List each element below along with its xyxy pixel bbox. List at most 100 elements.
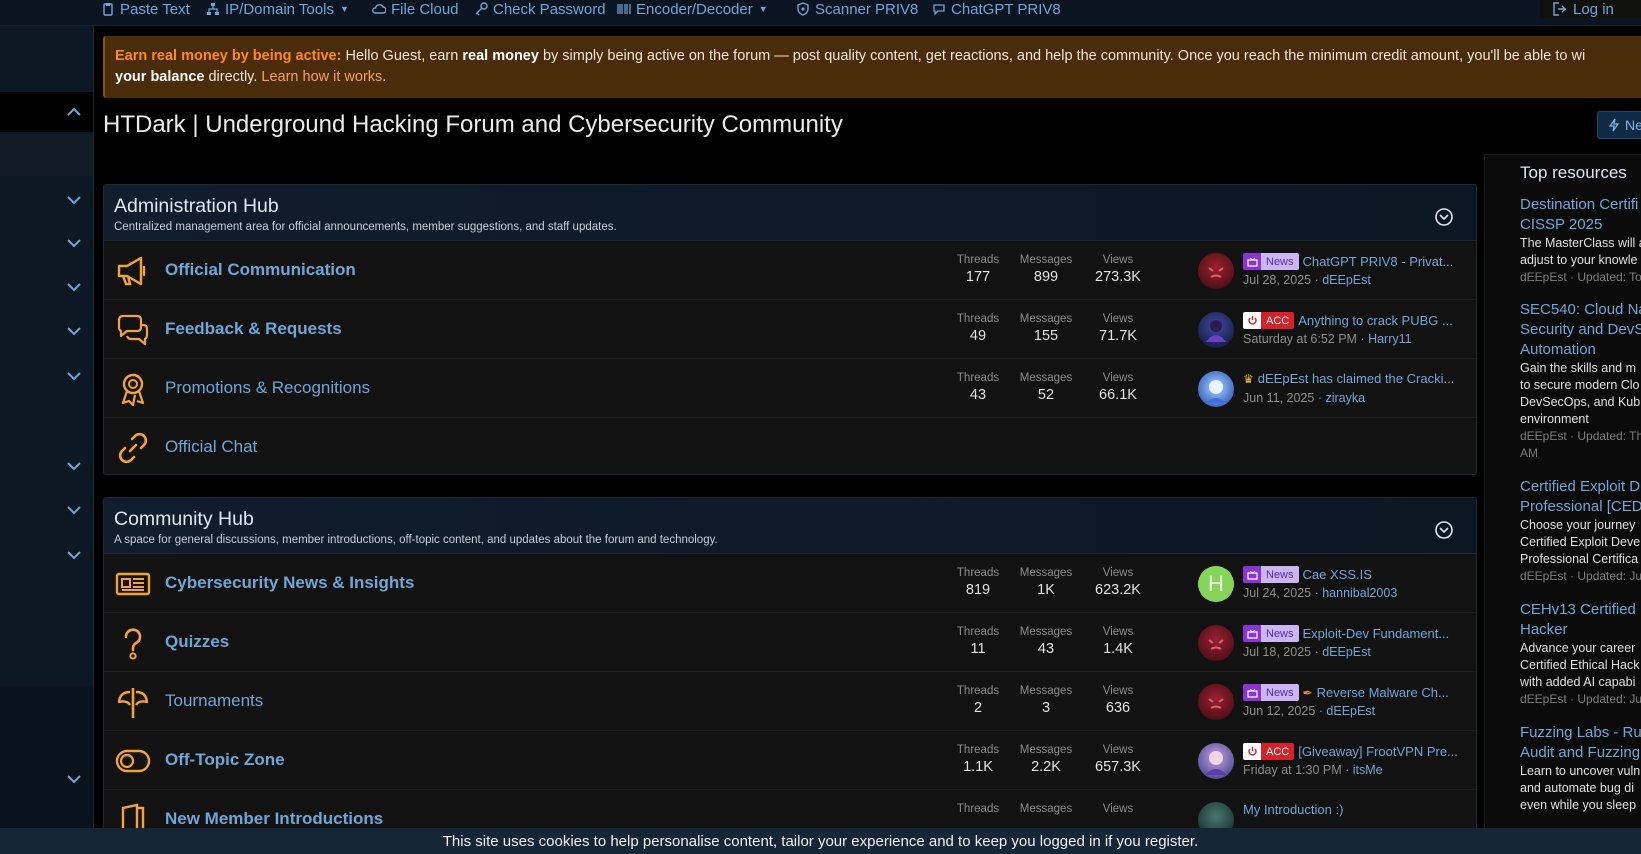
- nav-encoder-decoder[interactable]: Encoder/Decoder ▼: [617, 0, 768, 18]
- avatar[interactable]: [1198, 684, 1234, 720]
- views-stat: Views 71.7K: [1083, 313, 1153, 344]
- new-posts-button[interactable]: New: [1597, 111, 1641, 139]
- chevron-down-icon[interactable]: [66, 774, 82, 784]
- forum-node[interactable]: Promotions & Recognitions Threads 43 Mess…: [104, 359, 1476, 418]
- chevron-down-icon[interactable]: [66, 505, 82, 515]
- forum-title-link[interactable]: Tournaments: [165, 691, 263, 711]
- cookie-notice: This site uses cookies to help personali…: [0, 828, 1641, 854]
- resource-title[interactable]: Professional [CEDF: [1520, 497, 1641, 517]
- resource-title[interactable]: SEC540: Cloud Nat: [1520, 300, 1641, 320]
- learn-how-link[interactable]: Learn how it works: [261, 69, 382, 85]
- forum-node[interactable]: Off-Topic Zone Threads 1.1K Messages 2.2K …: [104, 731, 1476, 790]
- category-description: Centralized management area for official…: [114, 221, 617, 233]
- latest-thread-link[interactable]: News ChatGPT PRIV8 - Privat...: [1243, 253, 1463, 270]
- resource-title[interactable]: CEHv13 Certified E: [1520, 600, 1641, 620]
- forum-title-link[interactable]: Official Chat: [165, 437, 257, 457]
- latest-user[interactable]: dEEpEst: [1322, 273, 1371, 287]
- avatar[interactable]: [1198, 625, 1234, 661]
- latest-user[interactable]: Harry11: [1368, 332, 1412, 346]
- banner-text: Hello Guest, earn: [341, 48, 463, 64]
- latest-user[interactable]: dEEpEst: [1326, 704, 1375, 718]
- category-title[interactable]: Administration Hub: [114, 195, 1466, 218]
- latest-thread-link[interactable]: ACC Anything to crack PUBG ...: [1243, 312, 1463, 329]
- forum-node[interactable]: Official Communication Threads 177 Messag…: [104, 241, 1476, 300]
- barcode-icon: [617, 4, 631, 14]
- avatar[interactable]: [1198, 253, 1234, 289]
- forum-title-link[interactable]: Cybersecurity News & Insights: [165, 573, 414, 593]
- stat-label: Messages: [1019, 313, 1073, 325]
- forum-title-link[interactable]: Feedback & Requests: [165, 319, 342, 339]
- resource-item[interactable]: Certified Exploit D Professional [CEDF C…: [1520, 477, 1641, 585]
- latest-user[interactable]: hannibal2003: [1322, 586, 1397, 600]
- chevron-down-icon[interactable]: [66, 238, 82, 248]
- latest-title: My Introduction :): [1243, 802, 1344, 817]
- forum-title-link[interactable]: New Member Introductions: [165, 809, 383, 829]
- stat-value: 623.2K: [1095, 582, 1141, 598]
- resource-title[interactable]: Fuzzing Labs - Rus: [1520, 723, 1641, 743]
- resource-title[interactable]: Security and DevS: [1520, 320, 1641, 340]
- resource-desc: The MasterClass will a: [1520, 236, 1641, 250]
- sidebar-row[interactable]: [0, 134, 93, 176]
- forum-title-link[interactable]: Official Communication: [165, 260, 356, 280]
- forum-node[interactable]: Official Chat: [104, 418, 1476, 474]
- resource-item[interactable]: Fuzzing Labs - Rus Audit and Fuzzing Lea…: [1520, 723, 1641, 814]
- forum-title-link[interactable]: Promotions & Recognitions: [165, 378, 370, 398]
- chevron-down-icon[interactable]: [66, 282, 82, 292]
- chevron-down-icon[interactable]: [66, 195, 82, 205]
- resource-title[interactable]: Audit and Fuzzing: [1520, 743, 1641, 763]
- forum-node[interactable]: Tournaments Threads 2 Messages 3 Views 636 …: [104, 672, 1476, 731]
- threads-stat: Threads 43: [943, 372, 1013, 403]
- chevron-down-icon[interactable]: [66, 550, 82, 560]
- views-stat: Views 657.3K: [1083, 744, 1153, 775]
- latest-thread-link[interactable]: News Cae XSS.IS: [1243, 566, 1463, 583]
- resource-item[interactable]: Destination Certifi CISSP 2025 The Maste…: [1520, 195, 1641, 286]
- avatar[interactable]: [1198, 312, 1234, 348]
- forum-node[interactable]: Cybersecurity News & Insights Threads 819…: [104, 554, 1476, 613]
- forum-node[interactable]: Quizzes Threads 11 Messages 43 Views 1.4K N…: [104, 613, 1476, 672]
- stat-value: 1.1K: [963, 759, 993, 775]
- resource-desc: with added AI capabi: [1520, 675, 1636, 689]
- resource-title[interactable]: Destination Certifi: [1520, 195, 1641, 215]
- latest-user[interactable]: dEEpEst: [1322, 645, 1371, 659]
- chevron-down-icon[interactable]: [66, 371, 82, 381]
- latest-user[interactable]: itsMe: [1353, 763, 1383, 777]
- category-title[interactable]: Community Hub: [114, 508, 1466, 531]
- resource-title[interactable]: Hacker: [1520, 620, 1641, 640]
- nav-scanner-priv8[interactable]: Scanner PRIV8: [796, 0, 918, 18]
- avatar[interactable]: [1198, 743, 1234, 779]
- nav-paste-text[interactable]: Paste Text: [101, 0, 190, 18]
- nav-file-cloud[interactable]: File Cloud: [372, 0, 459, 18]
- stat-value: 1.4K: [1103, 641, 1133, 657]
- latest-thread-link[interactable]: ♛ dEEpEst has claimed the Cracki...: [1243, 371, 1463, 386]
- resource-title[interactable]: CISSP 2025: [1520, 215, 1641, 235]
- collapse-icon[interactable]: [1434, 207, 1454, 227]
- resource-title[interactable]: Certified Exploit D: [1520, 477, 1641, 497]
- avatar[interactable]: [1198, 371, 1234, 407]
- latest-thread-link[interactable]: News ✒ Reverse Malware Ch...: [1243, 684, 1463, 701]
- chevron-up-icon[interactable]: [66, 107, 82, 117]
- forum-node[interactable]: Feedback & Requests Threads 49 Messages 15…: [104, 300, 1476, 359]
- forum-title-link[interactable]: Quizzes: [165, 632, 229, 652]
- login-button[interactable]: Log in: [1540, 0, 1641, 18]
- nav-ip-domain-tools[interactable]: IP/Domain Tools ▼: [206, 0, 349, 18]
- latest-date: Friday at 1:30 PM: [1243, 763, 1342, 777]
- chevron-down-icon[interactable]: [66, 461, 82, 471]
- collapse-icon[interactable]: [1434, 520, 1454, 540]
- forum-title-link[interactable]: Off-Topic Zone: [165, 750, 285, 770]
- latest-user[interactable]: zirayka: [1325, 391, 1365, 405]
- latest-thread-link[interactable]: News Exploit-Dev Fundament...: [1243, 625, 1463, 642]
- latest-post: ACC Anything to crack PUBG ... Saturday …: [1198, 310, 1468, 350]
- new-label: New: [1625, 117, 1641, 133]
- stat-value: 1K: [1037, 582, 1055, 598]
- nav-chatgpt-priv8[interactable]: ChatGPT PRIV8: [932, 0, 1061, 18]
- resource-desc: and automate bug di: [1520, 781, 1634, 795]
- resource-item[interactable]: CEHv13 Certified E Hacker Advance your c…: [1520, 600, 1641, 708]
- stat-value: 155: [1033, 328, 1059, 344]
- latest-thread-link[interactable]: My Introduction :): [1243, 802, 1463, 817]
- nav-check-password[interactable]: Check Password: [474, 0, 606, 18]
- resource-title[interactable]: Automation: [1520, 340, 1641, 360]
- avatar[interactable]: H: [1198, 566, 1234, 602]
- latest-thread-link[interactable]: ACC [Giveaway] FrootVPN Pre...: [1243, 743, 1463, 760]
- resource-item[interactable]: SEC540: Cloud Nat Security and DevS Auto…: [1520, 300, 1641, 462]
- chevron-down-icon[interactable]: [66, 326, 82, 336]
